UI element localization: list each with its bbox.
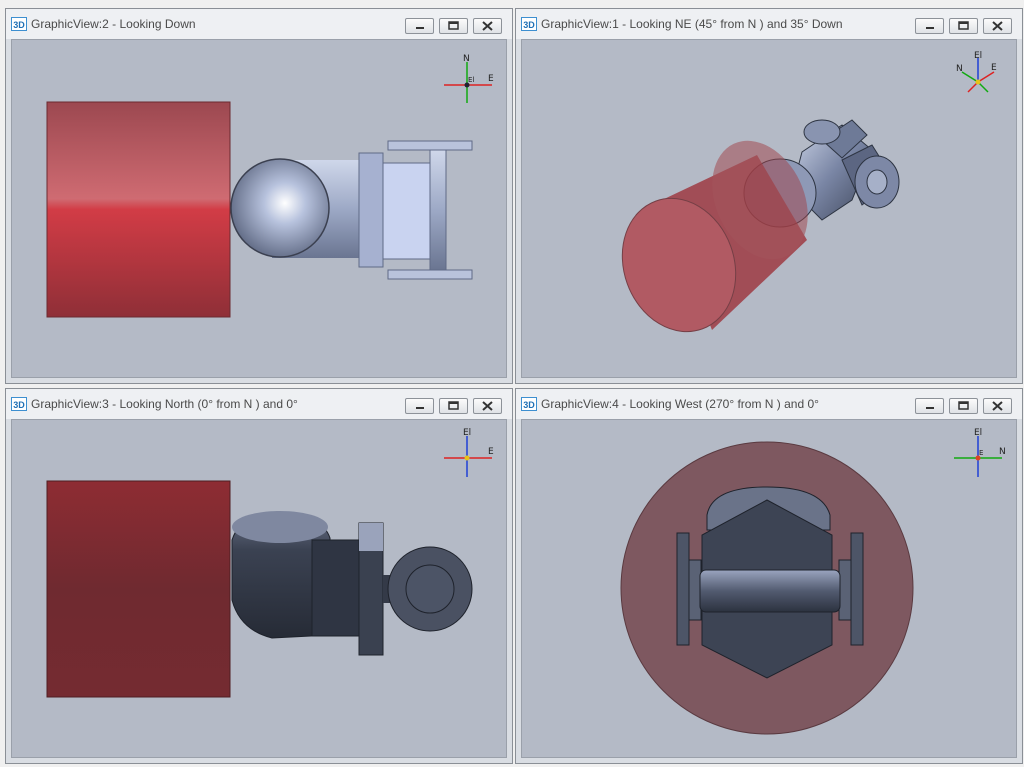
flange-right	[850, 532, 864, 646]
restore-button[interactable]	[439, 18, 468, 34]
close-button[interactable]	[983, 18, 1012, 34]
close-button[interactable]	[473, 398, 502, 414]
3d-badge-icon: 3D	[11, 17, 27, 31]
close-icon	[482, 401, 493, 411]
model-render-top: N E El	[46, 54, 494, 318]
axis-label-e: E	[979, 449, 983, 457]
graphic-view-2[interactable]: 3D GraphicView:2 - Looking Down N E El	[5, 8, 513, 384]
pipe-body	[699, 569, 841, 613]
minimize-icon	[926, 27, 934, 29]
restore-icon	[958, 401, 969, 410]
close-icon	[482, 21, 493, 31]
axis-label-el: El	[974, 428, 982, 438]
view-1-title: GraphicView:1 - Looking NE (45° from N )…	[541, 17, 843, 31]
axis-triad-icon: El E	[444, 428, 494, 477]
bonnet	[382, 162, 432, 260]
restore-button[interactable]	[949, 398, 978, 414]
restore-icon	[448, 21, 459, 30]
axis-label-el: El	[468, 76, 474, 84]
axis-label-el: El	[974, 51, 982, 61]
red-cylinder-translucent	[621, 140, 808, 333]
handwheel-inner	[405, 564, 455, 614]
axis-triad-icon: El N E	[956, 51, 997, 93]
minimize-icon	[926, 407, 934, 409]
axis-label-el: El	[463, 428, 471, 438]
view-1-titlebar[interactable]: 3D GraphicView:1 - Looking NE (45° from …	[516, 9, 1022, 39]
graphic-view-3[interactable]: 3D GraphicView:3 - Looking North (0° fro…	[5, 388, 513, 764]
3d-badge-icon: 3D	[11, 397, 27, 411]
axis-label-n: N	[999, 447, 1006, 457]
flange-left	[676, 532, 690, 646]
connector-block	[358, 152, 384, 268]
model-render-iso: El N E	[621, 51, 997, 333]
minimize-button[interactable]	[405, 398, 434, 414]
ball-valve	[230, 158, 330, 258]
restore-button[interactable]	[949, 18, 978, 34]
viewport-3[interactable]: El E	[11, 419, 507, 758]
axis-label-n: N	[956, 64, 963, 74]
axis-label-e: E	[488, 74, 494, 84]
pipe-body	[311, 539, 365, 637]
view-4-title: GraphicView:4 - Looking West (270° from …	[541, 397, 819, 411]
close-icon	[992, 21, 1003, 31]
graphic-view-4[interactable]: 3D GraphicView:4 - Looking West (270° fr…	[515, 388, 1023, 764]
restore-button[interactable]	[439, 398, 468, 414]
model-render-north: El E	[46, 428, 494, 698]
model-render-west: El N E	[620, 428, 1006, 735]
minimize-button[interactable]	[915, 398, 944, 414]
axis-label-e: E	[488, 447, 494, 457]
graphic-view-1[interactable]: 3D GraphicView:1 - Looking NE (45° from …	[515, 8, 1023, 384]
close-button[interactable]	[473, 18, 502, 34]
minimize-icon	[416, 27, 424, 29]
minimize-icon	[416, 407, 424, 409]
view-4-titlebar[interactable]: 3D GraphicView:4 - Looking West (270° fr…	[516, 389, 1022, 419]
minimize-button[interactable]	[915, 18, 944, 34]
red-cylinder	[46, 101, 231, 318]
axis-label-n: N	[463, 54, 470, 64]
viewport-1[interactable]: El N E	[521, 39, 1017, 378]
flange-top	[387, 140, 473, 151]
3d-badge-icon: 3D	[521, 397, 537, 411]
view-3-titlebar[interactable]: 3D GraphicView:3 - Looking North (0° fro…	[6, 389, 512, 419]
red-cylinder	[46, 480, 231, 698]
close-icon	[992, 401, 1003, 411]
stem	[429, 149, 447, 271]
restore-icon	[448, 401, 459, 410]
minimize-button[interactable]	[405, 18, 434, 34]
viewport-2[interactable]: N E El	[11, 39, 507, 378]
3d-badge-icon: 3D	[521, 17, 537, 31]
restore-icon	[958, 21, 969, 30]
axis-triad-icon: El N E	[954, 428, 1006, 477]
viewport-4[interactable]: El N E	[521, 419, 1017, 758]
axis-label-e: E	[991, 63, 997, 73]
axis-triad-icon: N E El	[444, 54, 494, 103]
close-button[interactable]	[983, 398, 1012, 414]
flange-bottom	[387, 269, 473, 280]
view-2-title: GraphicView:2 - Looking Down	[31, 17, 196, 31]
view-3-title: GraphicView:3 - Looking North (0° from N…	[31, 397, 298, 411]
view-2-titlebar[interactable]: 3D GraphicView:2 - Looking Down	[6, 9, 512, 39]
